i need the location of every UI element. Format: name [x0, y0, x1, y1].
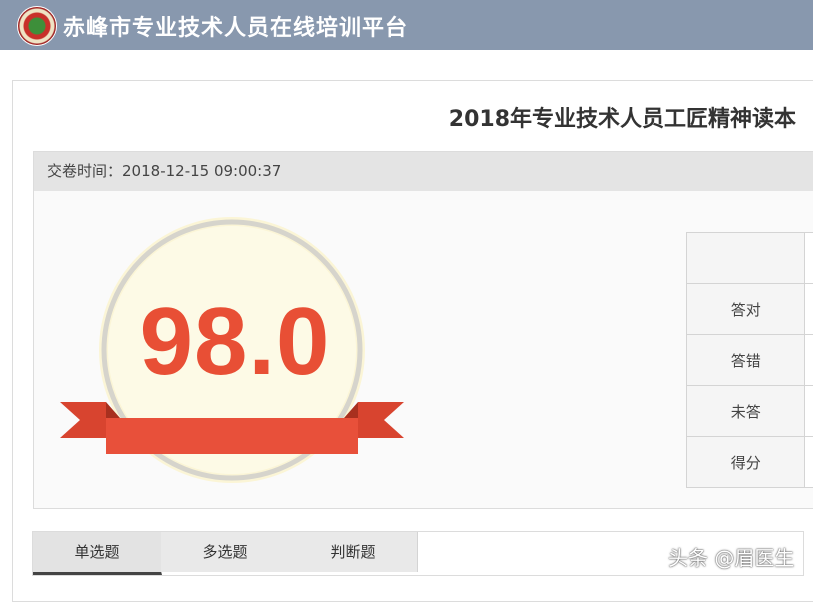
stats-header-value-cell — [805, 233, 813, 284]
stats-header-row — [687, 233, 813, 284]
stats-row-value — [805, 437, 813, 488]
submit-time-value: 2018-12-15 09:00:37 — [122, 162, 281, 180]
exam-score: 98.0 — [90, 287, 380, 397]
tab-true-false[interactable]: 判断题 — [289, 532, 418, 572]
watermark-text: 头条 @眉医生 — [668, 542, 794, 571]
site-logo[interactable] — [17, 6, 57, 46]
submit-time-bar: 交卷时间：2018-12-15 09:00:37 — [33, 151, 813, 192]
stats-row-label: 答对 — [687, 284, 805, 335]
stats-row-value — [805, 335, 813, 386]
top-header-bar: 赤峰市专业技术人员在线培训平台 — [0, 0, 813, 50]
stats-row-label: 答错 — [687, 335, 805, 386]
stats-row: 未答 — [687, 386, 813, 437]
stats-header-cell — [687, 233, 805, 284]
exam-title: 2018年专业技术人员工匠精神读本 — [449, 101, 796, 133]
stats-row-label: 未答 — [687, 386, 805, 437]
tab-multiple-choice[interactable]: 多选题 — [161, 532, 290, 572]
stats-row: 答对 — [687, 284, 813, 335]
stats-row: 得分 — [687, 437, 813, 488]
site-title[interactable]: 赤峰市专业技术人员在线培训平台 — [63, 10, 408, 42]
stats-table: 答对 答错 未答 得分 — [686, 232, 813, 488]
stats-row: 答错 — [687, 335, 813, 386]
submit-time-label: 交卷时间： — [47, 162, 122, 180]
stats-row-value — [805, 284, 813, 335]
stats-row-label: 得分 — [687, 437, 805, 488]
stats-row-value — [805, 386, 813, 437]
tab-single-choice[interactable]: 单选题 — [33, 532, 162, 575]
